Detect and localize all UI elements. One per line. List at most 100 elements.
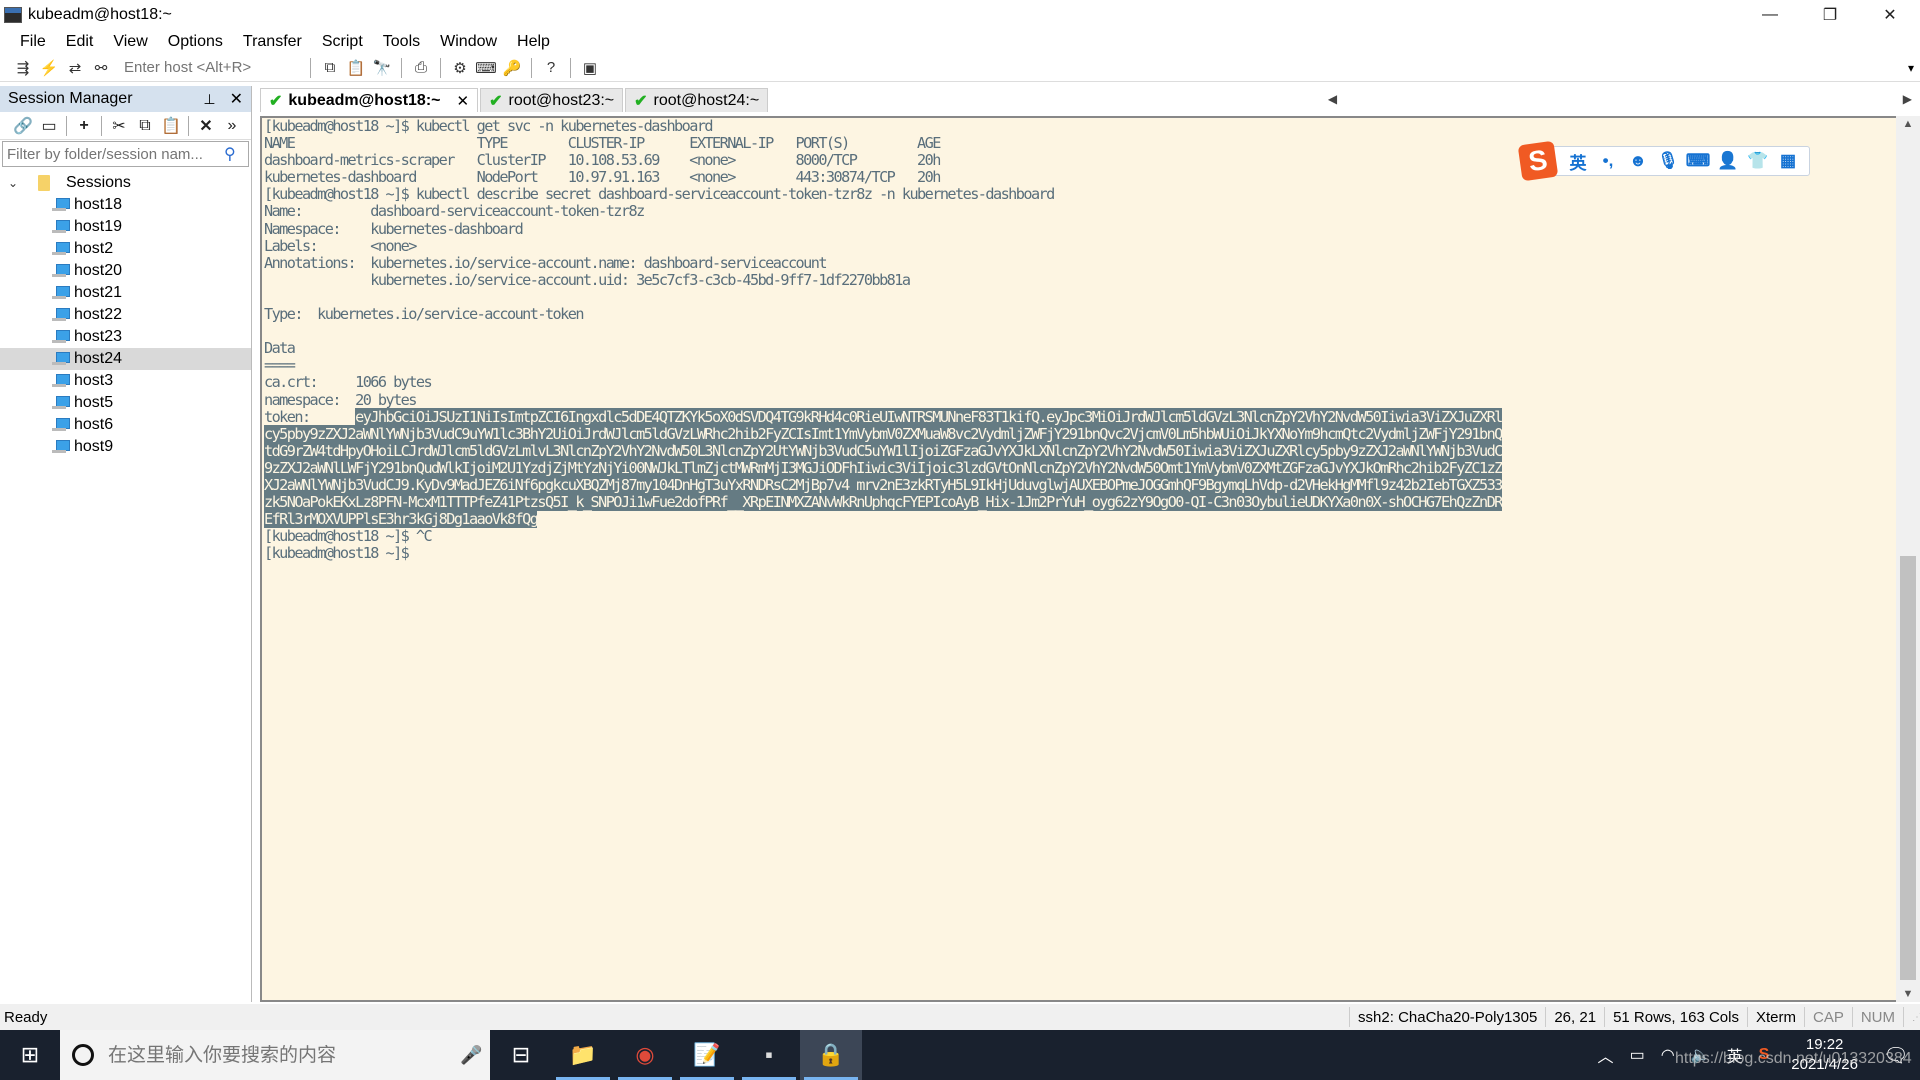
tray-expand-icon[interactable]: ︿	[1590, 1043, 1622, 1067]
session-item-host24[interactable]: host24	[0, 348, 251, 370]
ime-keyboard-icon[interactable]: ⌨	[1683, 151, 1713, 171]
menu-transfer[interactable]: Transfer	[233, 33, 312, 51]
securecrt-icon[interactable]: 🔒	[800, 1030, 862, 1080]
cortana-icon[interactable]	[72, 1044, 94, 1066]
battery-icon[interactable]: ▭	[1622, 1045, 1653, 1065]
search-icon[interactable]: ⚲	[224, 144, 248, 164]
connect-bar-icon[interactable]: ⇶	[12, 59, 34, 77]
selected-token-line[interactable]: eyJhbGciOiJSUzI1NiIsImtpZCI6Ingxdlc5dDE4…	[355, 407, 1503, 426]
session-item-host23[interactable]: host23	[0, 326, 251, 348]
sessions-folder[interactable]: ⌄ Sessions	[0, 172, 251, 194]
session-manager-panel: Session Manager ⊥ ✕ 🔗 ▭ + ✂ ⧉ 📋 ✕ » ⚲ ⌄ …	[0, 86, 252, 1002]
sftp-icon[interactable]: ▣	[579, 59, 601, 77]
menu-window[interactable]: Window	[430, 33, 507, 51]
toolbar-separator	[101, 115, 102, 136]
close-panel-icon[interactable]: ✕	[230, 89, 243, 109]
session-item-host2[interactable]: host2	[0, 238, 251, 260]
resize-grip-icon[interactable]: ⋰	[1903, 1007, 1920, 1027]
ime-emoji-icon[interactable]: ☻	[1623, 151, 1653, 171]
ime-apps-icon[interactable]: ▦	[1773, 151, 1803, 171]
menu-options[interactable]: Options	[158, 33, 233, 51]
print-icon[interactable]: ⎙	[410, 59, 432, 76]
taskbar-search-input[interactable]	[108, 1044, 460, 1066]
session-item-host22[interactable]: host22	[0, 304, 251, 326]
disconnect-icon[interactable]: ⚯	[90, 59, 112, 77]
scroll-up-icon[interactable]: ▲	[1896, 118, 1920, 130]
restore-button[interactable]: ❐	[1800, 0, 1860, 30]
session-item-host6[interactable]: host6	[0, 414, 251, 436]
add-session-icon[interactable]: +	[71, 117, 97, 135]
reconnect-icon[interactable]: ⇄	[64, 59, 86, 77]
close-tab-icon[interactable]: ✕	[457, 92, 470, 110]
toolbar-overflow-icon[interactable]: ▾	[1908, 61, 1914, 75]
tab-kubeadm-host18[interactable]: ✔ kubeadm@host18:~ ✕	[260, 88, 479, 112]
notepad-plus-icon[interactable]: 📝	[676, 1030, 738, 1080]
link-icon[interactable]: 🔗	[10, 116, 36, 136]
menu-file[interactable]: File	[10, 33, 56, 51]
computer-icon	[52, 374, 70, 388]
terminal-scrollbar[interactable]: ▲ ▼	[1896, 116, 1920, 1002]
help-icon[interactable]: ?	[540, 59, 562, 76]
paste-icon[interactable]: 📋	[345, 59, 367, 77]
selected-token-line[interactable]: EfRl3rMOXVUPPlsE3hr3kGj8Dg1aaoVk8fQg	[264, 510, 539, 529]
pin-icon[interactable]: ⊥	[203, 91, 215, 108]
quick-connect-icon[interactable]: ⚡	[38, 59, 60, 77]
window-icon[interactable]: ▭	[36, 116, 62, 136]
copy-icon[interactable]: ⧉	[319, 59, 341, 76]
find-icon[interactable]: 🔭	[371, 59, 393, 77]
scrollbar-thumb[interactable]	[1900, 556, 1916, 980]
file-explorer-icon[interactable]: 📁	[552, 1030, 614, 1080]
sogou-logo-icon[interactable]: S	[1517, 140, 1559, 182]
paste-icon[interactable]: 📋	[158, 116, 184, 136]
menu-view[interactable]: View	[103, 33, 157, 51]
ime-user-icon[interactable]: 👤	[1713, 151, 1743, 171]
chevron-down-icon[interactable]: ⌄	[8, 176, 26, 190]
terminal-screen[interactable]: [kubeadm@host18 ~]$ kubectl get svc -n k…	[260, 116, 1896, 1002]
session-item-host5[interactable]: host5	[0, 392, 251, 414]
ime-punct-icon[interactable]: •,	[1593, 151, 1623, 171]
selected-token-line[interactable]: zk5NOaPokEKxLz8PFN-McxM1TTTPfeZ41PtzsQ5I…	[264, 493, 1503, 512]
selected-token-line[interactable]: cy5pby9zZXJ2aWNlYWNjb3VudC9uYW1lc3BhY2Ui…	[264, 424, 1503, 443]
terminal-output[interactable]: [kubeadm@host18 ~]$ kubectl get svc -n k…	[262, 118, 1896, 562]
session-item-host20[interactable]: host20	[0, 260, 251, 282]
chrome-icon[interactable]: ◉	[614, 1030, 676, 1080]
selected-token-line[interactable]: 9zZXJ2aWNlLWFjY291bnQudWlkIjoiM2U1YzdjZj…	[264, 458, 1503, 477]
close-button[interactable]: ✕	[1860, 0, 1920, 30]
session-item-host9[interactable]: host9	[0, 436, 251, 458]
session-item-host21[interactable]: host21	[0, 282, 251, 304]
session-item-host19[interactable]: host19	[0, 216, 251, 238]
ime-voice-icon[interactable]: 🎙	[1653, 151, 1683, 171]
enter-host-input[interactable]	[114, 56, 304, 79]
session-item-host18[interactable]: host18	[0, 194, 251, 216]
tab-root-host24[interactable]: ✔ root@host24:~	[625, 88, 769, 112]
minimize-button[interactable]: —	[1740, 0, 1800, 30]
toolbar-separator	[401, 57, 402, 78]
settings-icon[interactable]: ⚙	[449, 59, 471, 77]
ime-lang-icon[interactable]: 英	[1563, 149, 1593, 174]
ime-skin-icon[interactable]: 👕	[1743, 151, 1773, 171]
overflow-icon[interactable]: »	[219, 117, 245, 135]
terminal-line: namespace: 20 bytes	[264, 390, 417, 409]
session-item-host3[interactable]: host3	[0, 370, 251, 392]
keymap-icon[interactable]: ⌨	[475, 59, 497, 77]
tab-root-host23[interactable]: ✔ root@host23:~	[480, 88, 624, 112]
tab-scroll-left-icon[interactable]: ◀	[1320, 92, 1345, 112]
session-manager-header: Session Manager ⊥ ✕	[0, 86, 251, 112]
session-filter-input[interactable]	[3, 145, 224, 163]
scroll-down-icon[interactable]: ▼	[1896, 988, 1920, 1000]
selected-token-line[interactable]: XJ2aWNlYWNjb3VudCJ9.KyDv9MadJEZ6iNf6pgkc…	[264, 475, 1503, 494]
key-icon[interactable]: 🔑	[501, 59, 523, 77]
tab-scroll-right-icon[interactable]: ▶	[1895, 92, 1920, 112]
menu-script[interactable]: Script	[312, 33, 373, 51]
cut-icon[interactable]: ✂	[106, 116, 132, 136]
windows-start-icon[interactable]: ⊞	[0, 1030, 60, 1080]
menu-edit[interactable]: Edit	[56, 33, 104, 51]
copy-icon[interactable]: ⧉	[132, 117, 158, 135]
task-view-icon[interactable]: ⊟	[490, 1030, 552, 1080]
menu-tools[interactable]: Tools	[373, 33, 430, 51]
microphone-icon[interactable]: 🎤	[460, 1045, 490, 1066]
delete-icon[interactable]: ✕	[193, 116, 219, 136]
menu-help[interactable]: Help	[507, 33, 560, 51]
selected-token-line[interactable]: tdG9rZW4tdHpyOHoiLCJrdWJlcm5ldGVzLmlvL3N…	[264, 441, 1503, 460]
terminal-icon[interactable]: ▪	[738, 1030, 800, 1080]
